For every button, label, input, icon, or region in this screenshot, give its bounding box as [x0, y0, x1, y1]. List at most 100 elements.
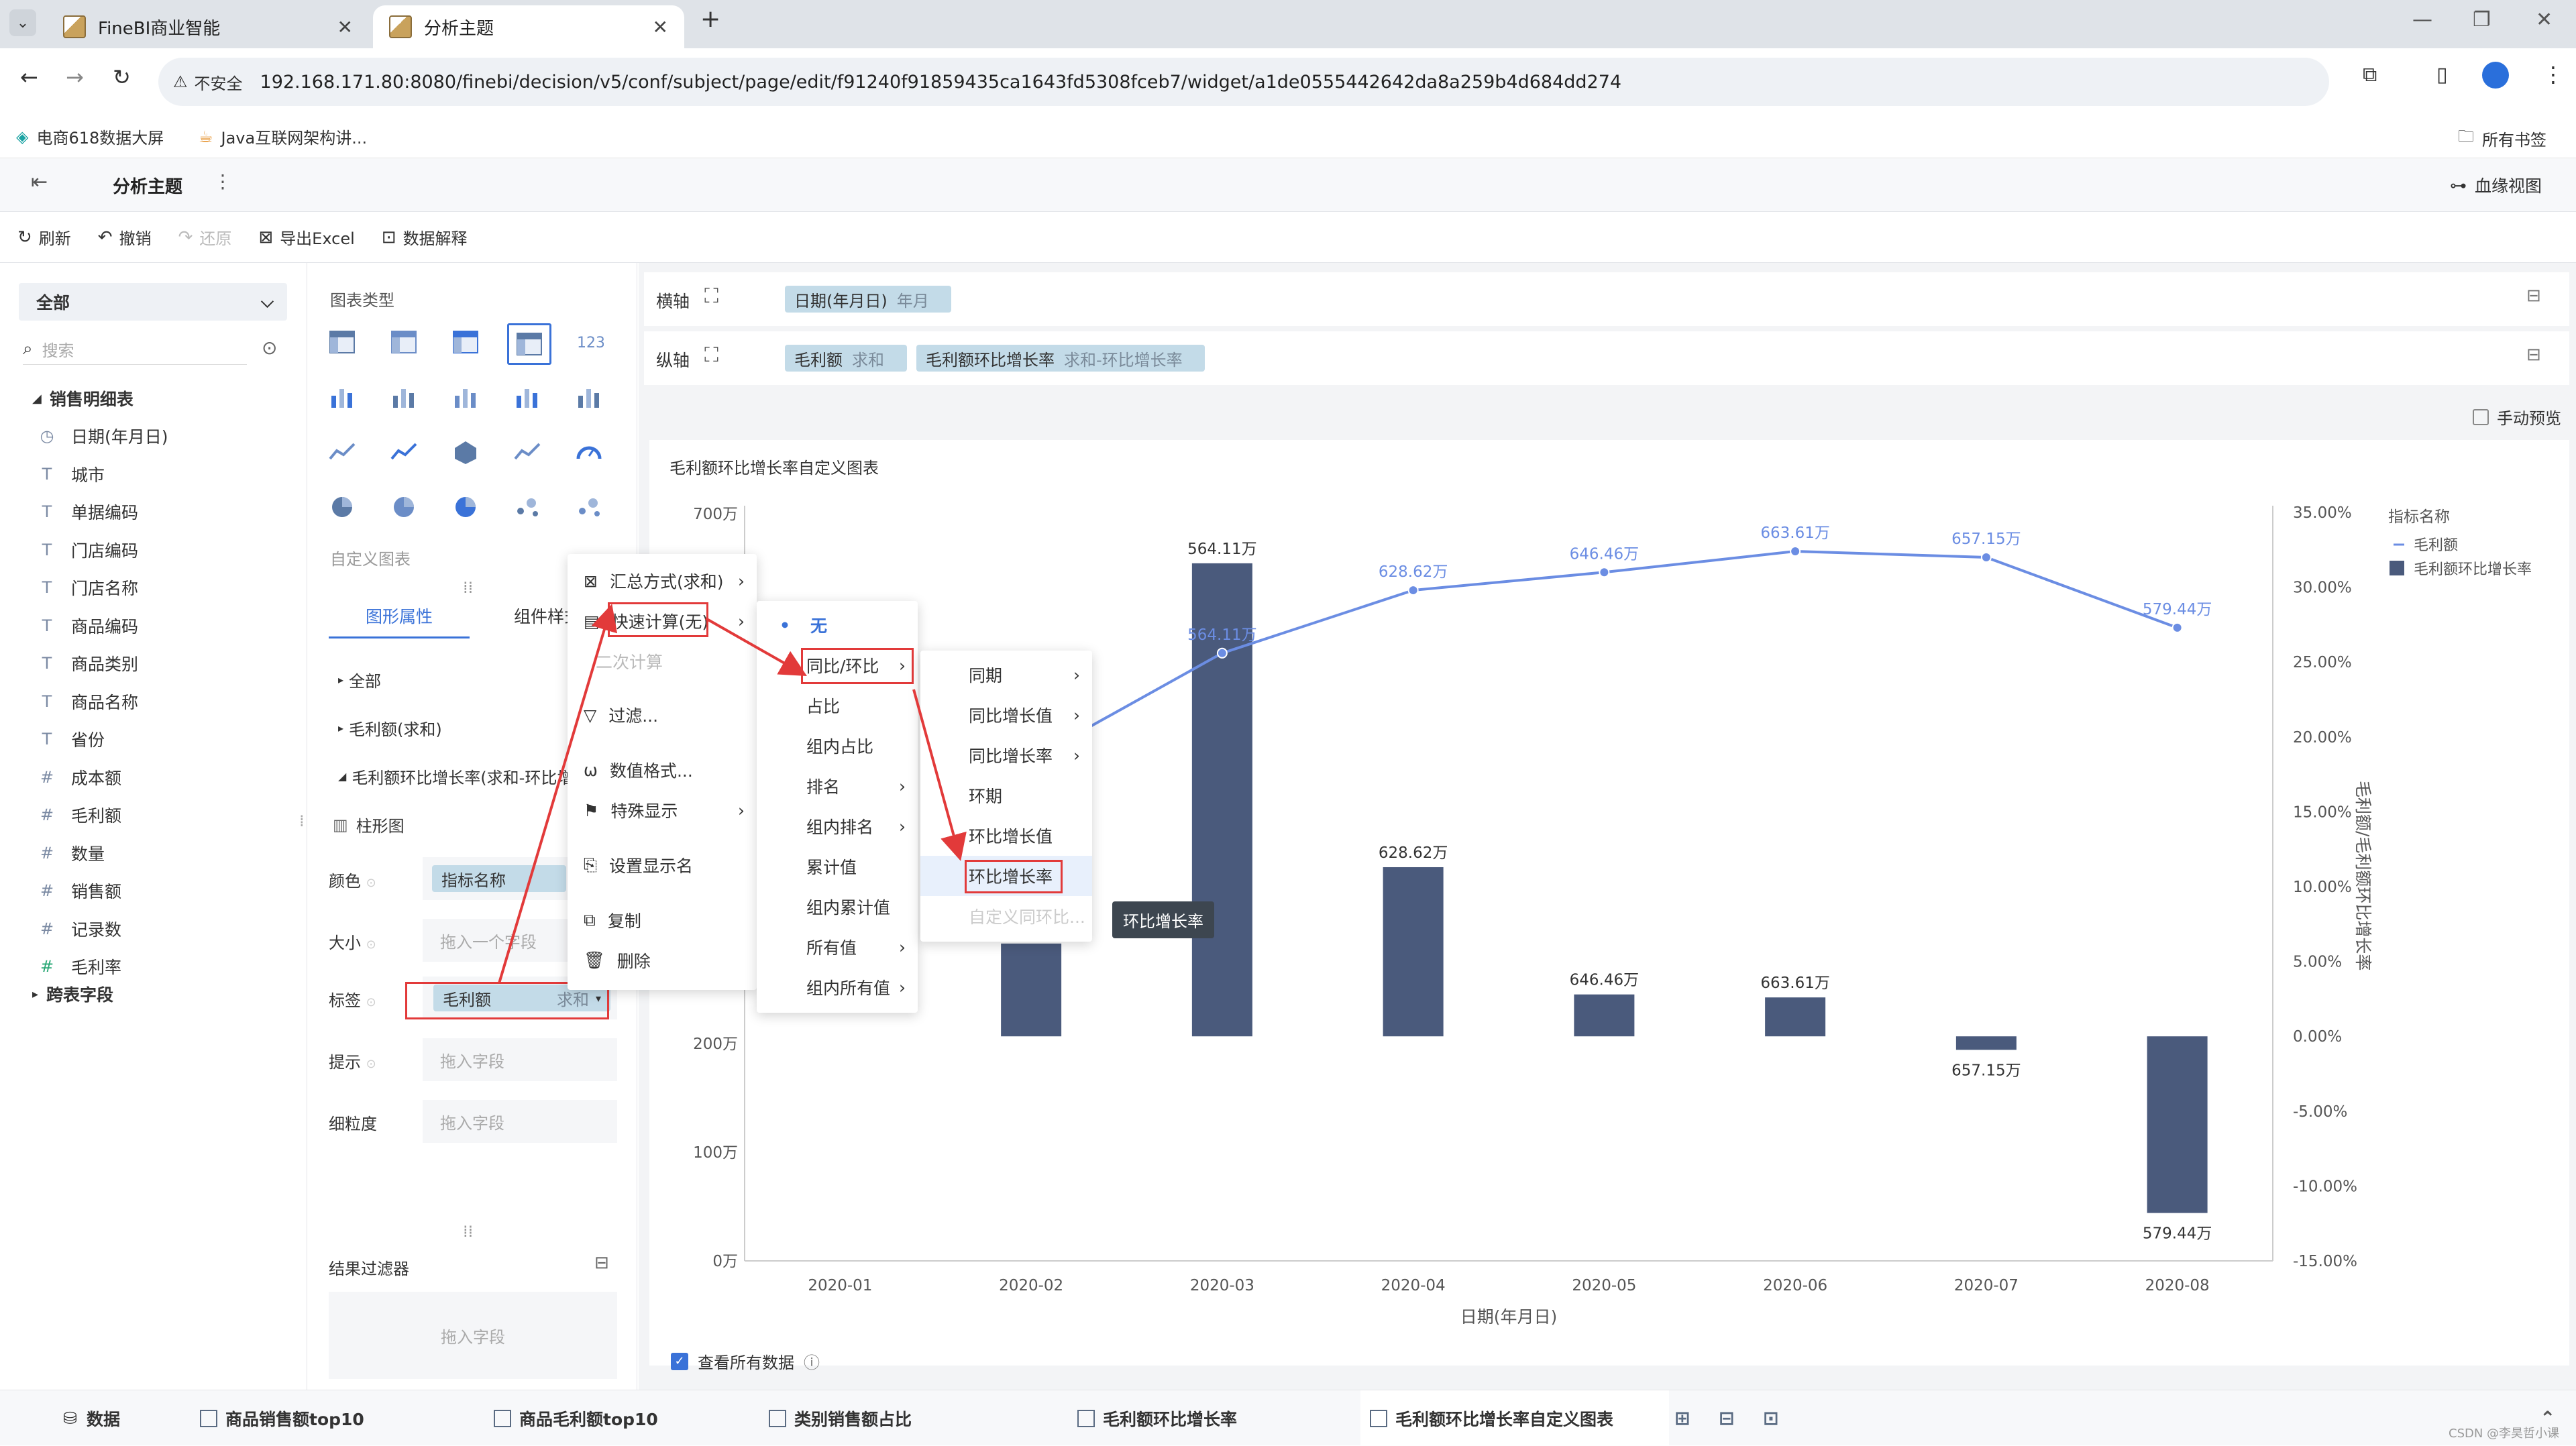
- undo-button[interactable]: ↶ 撤销: [98, 225, 152, 249]
- add-report-icon[interactable]: ⊡: [1763, 1390, 1778, 1446]
- field-item[interactable]: # 毛利额: [38, 803, 121, 827]
- field-item[interactable]: T 商品名称: [38, 689, 138, 714]
- tab-sheet[interactable]: 类别销售额占比: [769, 1390, 912, 1446]
- chart-type-stacked-column-icon[interactable]: [507, 378, 547, 416]
- field-item[interactable]: T 商品类别: [38, 651, 138, 675]
- profile-avatar[interactable]: [2482, 62, 2509, 89]
- chart-type-grouped-bar-icon[interactable]: [322, 378, 362, 416]
- menu-item-aggregation[interactable]: ⊠ 汇总方式(求和) ›: [568, 561, 757, 601]
- menu-item-filter[interactable]: ▽ 过滤...: [568, 695, 757, 735]
- chart-type-line-icon[interactable]: [322, 433, 362, 471]
- bookmark-item[interactable]: ☕ Java互联网架构讲...: [199, 125, 367, 148]
- tab-search-button[interactable]: ⌄: [9, 9, 36, 36]
- chart-type-column-icon[interactable]: [445, 378, 486, 416]
- field-item[interactable]: # 数量: [38, 841, 105, 865]
- export-excel-button[interactable]: ⊠ 导出Excel: [258, 225, 354, 249]
- section-all[interactable]: ▸ 全部: [338, 668, 381, 691]
- field-item[interactable]: ◷ 日期(年月日): [38, 424, 168, 448]
- custom-yoy-mom[interactable]: 自定义同环比...: [920, 896, 1092, 936]
- lineage-view-button[interactable]: ⊶ 血缘视图: [2450, 173, 2542, 197]
- sidebar-icon[interactable]: ▯: [2436, 63, 2448, 87]
- forward-icon[interactable]: →: [66, 64, 84, 90]
- chart-type-polygon-icon[interactable]: [445, 433, 486, 471]
- exit-icon[interactable]: ⇤: [31, 170, 48, 194]
- tab-sheet[interactable]: 商品销售额top10: [200, 1390, 364, 1446]
- x-axis-pill[interactable]: 日期(年月日) 年月: [785, 286, 951, 313]
- table-node[interactable]: ◢ 销售明细表: [32, 386, 133, 410]
- chart-type-scatter-icon[interactable]: [507, 488, 547, 526]
- more-options-icon[interactable]: ⊙: [262, 337, 277, 359]
- add-dashboard-icon[interactable]: ⊟: [1719, 1390, 1734, 1446]
- field-item[interactable]: T 省份: [38, 727, 105, 751]
- chart-type-bubble-icon[interactable]: [569, 488, 609, 526]
- field-item[interactable]: # 记录数: [38, 917, 121, 941]
- menu-item-rename[interactable]: ⎘ 设置显示名: [568, 845, 757, 885]
- close-tab-icon[interactable]: ✕: [653, 16, 668, 38]
- chart-type-cross-table-icon[interactable]: [384, 323, 424, 361]
- lock-icon[interactable]: ⊟: [594, 1253, 609, 1273]
- close-window-icon[interactable]: ✕: [2536, 8, 2553, 32]
- quick-calc-ratio[interactable]: 占比: [757, 685, 918, 726]
- checkbox[interactable]: [2473, 408, 2489, 425]
- url-text[interactable]: 192.168.171.80:8080/finebi/decision/v5/c…: [260, 72, 1622, 93]
- add-component-icon[interactable]: ⊞: [1674, 1390, 1690, 1446]
- menu-item-delete[interactable]: 🗑 删除: [568, 940, 757, 981]
- reload-icon[interactable]: ↻: [113, 64, 131, 90]
- redo-button[interactable]: ↷ 还原: [178, 225, 232, 249]
- field-item[interactable]: # 销售额: [38, 879, 121, 903]
- chart-type-custom-chart-icon[interactable]: [507, 323, 551, 365]
- axis-type-icon[interactable]: ⛶: [704, 343, 718, 367]
- lock-icon[interactable]: ⊟: [2526, 345, 2541, 365]
- chart-type-stacked-bar-icon[interactable]: [384, 378, 424, 416]
- chart-type-range-column-icon[interactable]: [569, 378, 609, 416]
- tab-data[interactable]: ⛁ 数据: [63, 1390, 120, 1446]
- manual-preview-toggle[interactable]: 手动预览: [2473, 405, 2561, 429]
- menu-item-special-display[interactable]: ⚑ 特殊显示 ›: [568, 790, 757, 830]
- yoy-same-period[interactable]: 同期 ›: [920, 655, 1092, 695]
- quick-calc-group-ratio[interactable]: 组内占比: [757, 726, 918, 766]
- bookmark-item[interactable]: ◈ 电商618数据大屏: [16, 125, 164, 148]
- tab-sheet-active[interactable]: 毛利额环比增长率自定义图表: [1360, 1390, 1669, 1446]
- chart-kind-row[interactable]: ▥ 柱形图: [333, 813, 405, 836]
- axis-type-icon[interactable]: ⛶: [704, 284, 718, 308]
- yoy-growth-rate[interactable]: 同比增长率 ›: [920, 735, 1092, 775]
- lock-icon[interactable]: ⊟: [2526, 286, 2541, 306]
- more-icon[interactable]: ⋮: [213, 170, 232, 192]
- y-axis-pill[interactable]: 毛利额 求和: [785, 345, 907, 372]
- extensions-icon[interactable]: ⧉: [2363, 63, 2377, 87]
- quick-calc-group-cumulative[interactable]: 组内累计值: [757, 887, 918, 927]
- chart-type-radar-icon[interactable]: [384, 433, 424, 471]
- all-bookmarks[interactable]: 🗀 所有书签: [2458, 125, 2546, 152]
- field-item[interactable]: # 成本额: [38, 765, 121, 789]
- resize-handle[interactable]: ⁞: [299, 812, 305, 830]
- section-gross-profit[interactable]: ▸ 毛利额(求和): [338, 716, 442, 740]
- restore-icon[interactable]: ❐: [2473, 8, 2491, 32]
- granularity-dropzone[interactable]: 拖入字段: [423, 1100, 617, 1143]
- quick-calc-none[interactable]: • 无: [757, 605, 918, 645]
- refresh-button[interactable]: ↻ 刷新: [17, 225, 71, 249]
- tab-sheet[interactable]: 毛利额环比增长率: [1077, 1390, 1237, 1446]
- browser-tab-analysis[interactable]: 分析主题 ✕: [373, 5, 684, 48]
- result-filter-dropzone[interactable]: 拖入字段: [329, 1292, 617, 1379]
- checkbox-checked-icon[interactable]: ✓: [671, 1352, 688, 1370]
- field-item[interactable]: # 毛利率: [38, 954, 121, 979]
- url-box[interactable]: ⚠ 不安全 192.168.171.80:8080/finebi/decisio…: [158, 58, 2329, 106]
- chart-type-table-icon[interactable]: [322, 323, 362, 361]
- field-item[interactable]: T 城市: [38, 462, 105, 486]
- menu-item-copy[interactable]: ⧉ 复制: [568, 900, 757, 940]
- field-item[interactable]: T 单据编码: [38, 500, 138, 524]
- menu-kebab-icon[interactable]: ⋮: [2542, 62, 2564, 87]
- mom-growth-value[interactable]: 环比增长值: [920, 816, 1092, 856]
- yoy-growth-value[interactable]: 同比增长值 ›: [920, 695, 1092, 735]
- field-item[interactable]: T 门店名称: [38, 575, 138, 600]
- tooltip-dropzone[interactable]: 拖入字段: [423, 1038, 617, 1081]
- quick-calc-all-values[interactable]: 所有值 ›: [757, 927, 918, 967]
- view-all-data-toggle[interactable]: ✓ 查看所有数据 ⓘ: [671, 1349, 820, 1373]
- color-field-pill[interactable]: 指标名称: [432, 865, 566, 892]
- quick-calc-group-rank[interactable]: 组内排名 ›: [757, 806, 918, 846]
- chart-type-kpi-card-icon[interactable]: 123: [569, 323, 609, 361]
- menu-item-number-format[interactable]: ⍵ 数值格式...: [568, 750, 757, 790]
- back-icon[interactable]: ←: [20, 64, 38, 90]
- field-item[interactable]: T 门店编码: [38, 538, 138, 562]
- quick-calc-rank[interactable]: 排名 ›: [757, 766, 918, 806]
